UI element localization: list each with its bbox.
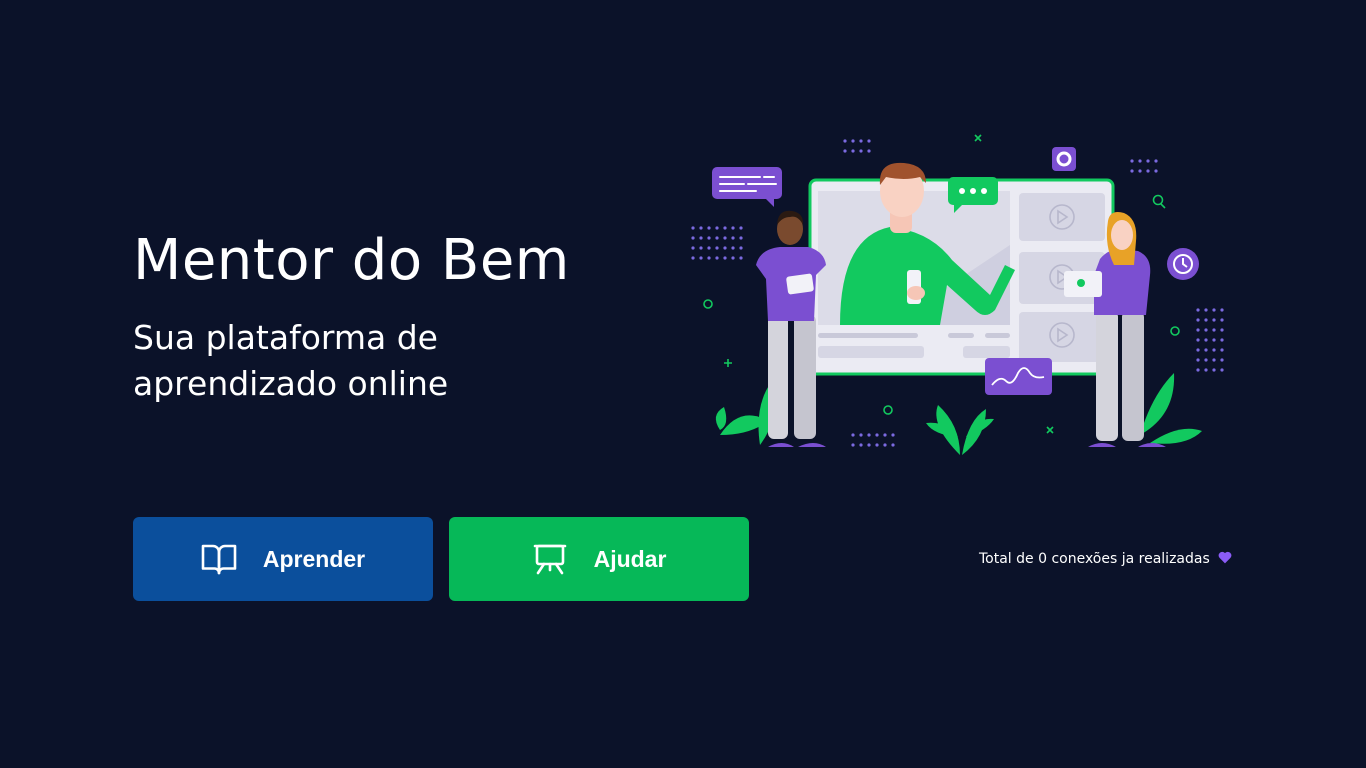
hero-illustration [683,125,1230,469]
purple-heart-icon [1218,551,1232,568]
presentation-board-icon [532,543,568,575]
gear-icon [1052,147,1076,171]
page-title: Mentor do Bem [133,228,570,293]
learn-button[interactable]: Aprender [133,517,433,601]
book-open-icon [201,543,237,575]
landing-page: Mentor do Bem Sua plataforma de aprendiz… [0,0,1366,768]
help-button-label: Ajudar [593,545,667,572]
help-button[interactable]: Ajudar [449,517,749,601]
online-learning-illustration [683,134,1224,455]
learn-button-label: Aprender [262,545,366,572]
connections-counter: Total de 0 conexões ja realizadas [979,548,1232,570]
connections-text: Total de 0 conexões ja realizadas [979,551,1210,567]
page-subtitle: Sua plataforma de aprendizado online [133,318,449,403]
